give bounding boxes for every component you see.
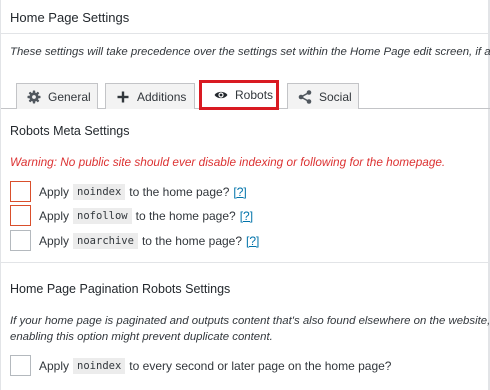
noarchive-option: Apply noarchive to the home page? [?] xyxy=(10,230,259,251)
tab-robots-label: Robots xyxy=(235,88,274,102)
pagination-description-line1: If your home page is paginated and outpu… xyxy=(10,315,490,327)
option-code: nofollow xyxy=(73,207,132,224)
option-prefix: Apply xyxy=(39,233,70,248)
panel-title: Home Page Settings xyxy=(10,10,130,25)
nofollow-option: Apply nofollow to the home page? [?] xyxy=(10,205,253,226)
indexing-warning: Warning: No public site should ever disa… xyxy=(10,155,446,169)
option-suffix: to the home page? xyxy=(129,184,230,199)
tab-general[interactable]: General xyxy=(16,83,98,109)
tab-additions[interactable]: Additions xyxy=(105,83,195,109)
plus-icon xyxy=(116,90,130,104)
option-prefix: Apply xyxy=(39,208,70,223)
share-icon xyxy=(298,89,312,104)
noindex-checkbox[interactable] xyxy=(10,181,31,202)
option-code: noindex xyxy=(73,357,126,374)
nofollow-checkbox[interactable] xyxy=(10,205,31,226)
help-link[interactable]: [?] xyxy=(240,209,253,223)
noindex-option: Apply noindex to the home page? [?] xyxy=(10,181,247,202)
help-link[interactable]: [?] xyxy=(246,234,259,248)
option-suffix: to every second or later page on the hom… xyxy=(129,358,392,373)
pagination-description: If your home page is paginated and outpu… xyxy=(10,313,490,345)
paged-noindex-checkbox[interactable] xyxy=(10,355,31,376)
option-suffix: to the home page? xyxy=(141,233,243,248)
noarchive-checkbox[interactable] xyxy=(10,230,31,251)
option-prefix: Apply xyxy=(39,358,70,373)
option-code: noarchive xyxy=(73,232,138,249)
tab-social-label: Social xyxy=(319,89,352,104)
eye-icon xyxy=(214,88,228,102)
tab-general-label: General xyxy=(48,89,91,104)
option-code: noindex xyxy=(73,183,126,200)
section-divider xyxy=(1,262,489,263)
paged-noindex-option: Apply noindex to every second or later p… xyxy=(10,355,391,376)
home-page-settings-panel: Home Page Settings These settings will t… xyxy=(0,0,490,390)
intro-text: These settings will take precedence over… xyxy=(10,46,490,58)
tab-robots[interactable]: Robots xyxy=(199,80,279,110)
help-link[interactable]: [?] xyxy=(233,185,246,199)
robots-meta-title: Robots Meta Settings xyxy=(10,124,130,138)
tabs-bar: General Additions Robots Social xyxy=(1,75,490,110)
tab-additions-label: Additions xyxy=(137,89,187,104)
option-suffix: to the home page? xyxy=(135,208,236,223)
pagination-description-line2: enabling this option might prevent dupli… xyxy=(10,331,273,343)
panel-header: Home Page Settings xyxy=(1,0,490,34)
option-prefix: Apply xyxy=(39,184,70,199)
tab-social[interactable]: Social xyxy=(287,83,359,109)
pagination-title: Home Page Pagination Robots Settings xyxy=(10,282,231,296)
gear-icon xyxy=(27,90,41,104)
